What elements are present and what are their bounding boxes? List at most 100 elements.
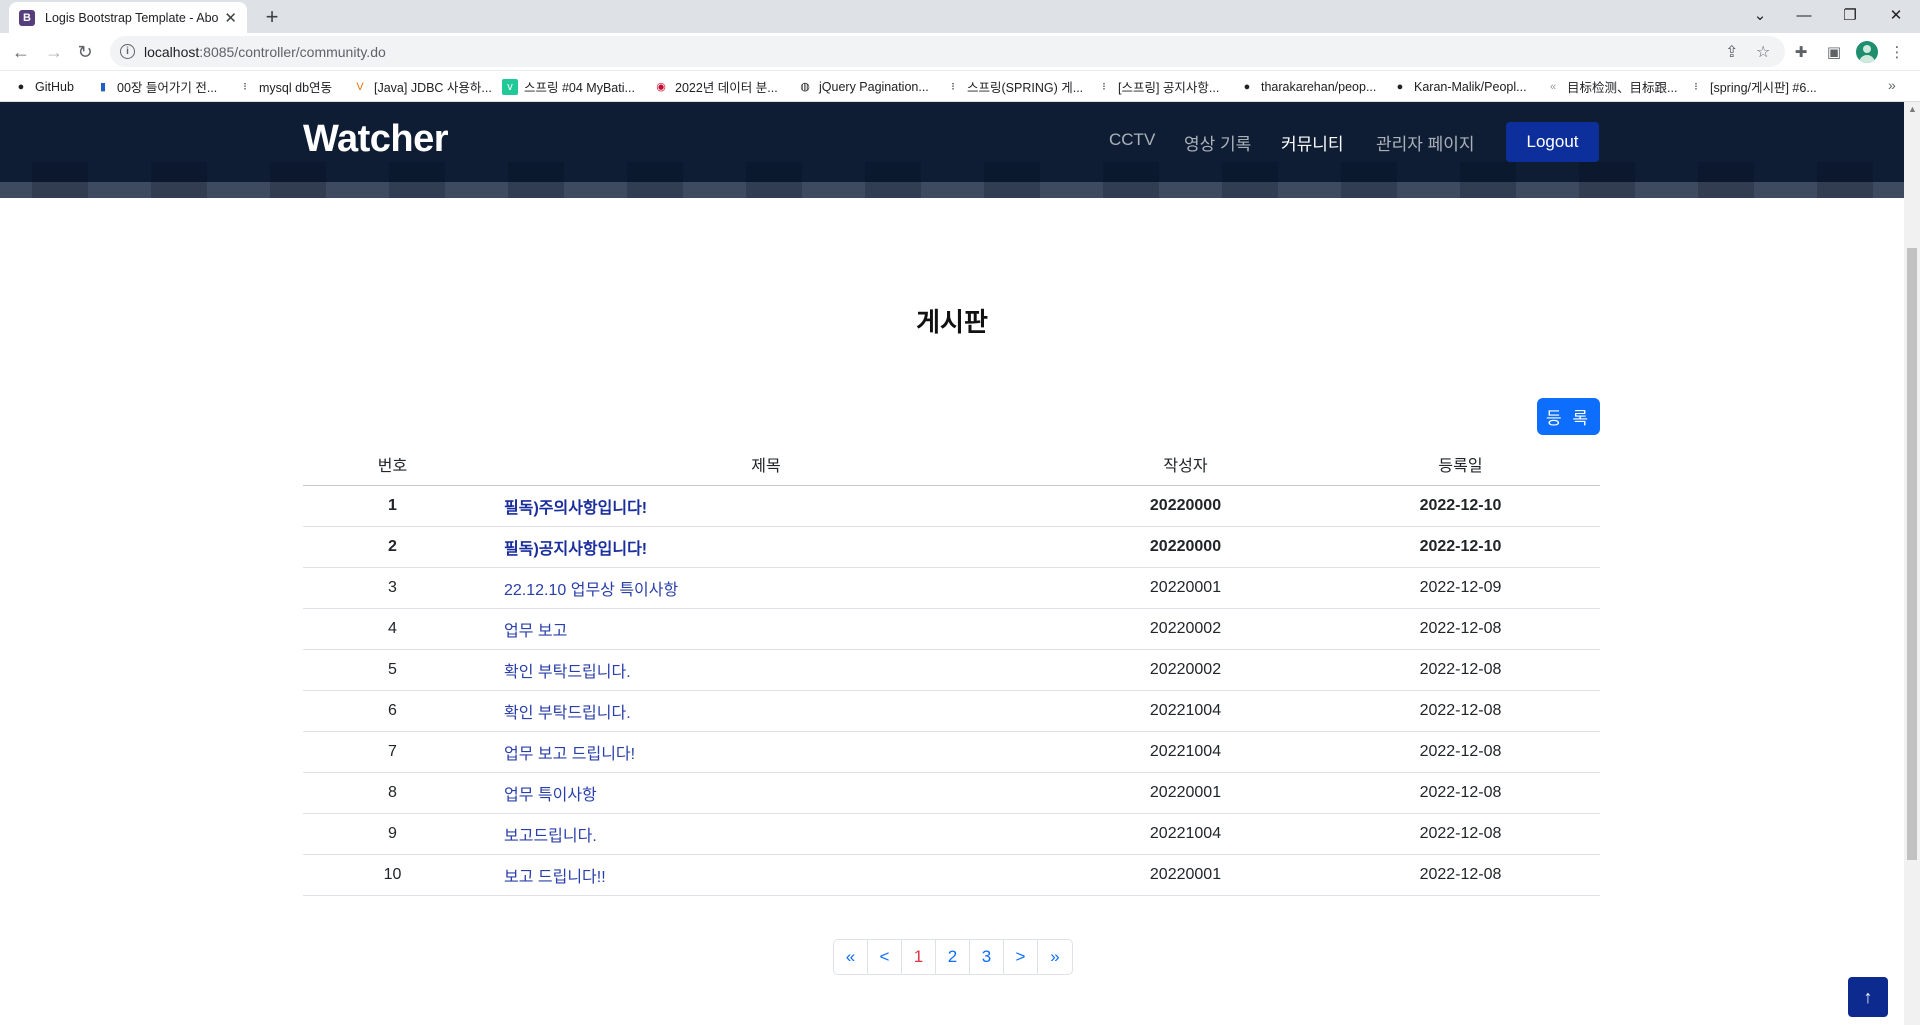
cell-number: 10 — [303, 854, 482, 896]
menu-kebab-icon[interactable]: ⋮ — [1886, 41, 1908, 63]
post-title-link[interactable]: 업무 보고 — [482, 608, 1050, 650]
cell-date: 2022-12-10 — [1321, 526, 1600, 568]
cell-author: 20220001 — [1050, 567, 1321, 609]
cell-author: 20221004 — [1050, 731, 1321, 773]
scroll-top-button[interactable]: ↑ — [1848, 977, 1888, 1017]
nav-admin-page[interactable]: 관리자 페이지 — [1376, 130, 1475, 155]
logout-button[interactable]: Logout — [1506, 122, 1599, 162]
share-icon[interactable]: ⇪ — [1725, 42, 1738, 62]
back-arrow-icon[interactable]: ← — [7, 38, 35, 66]
bookmark-item[interactable]: ● tharakarehan/peop... — [1239, 71, 1377, 102]
table-row[interactable]: 10 보고 드립니다!! 20220001 2022-12-08 — [303, 854, 1600, 896]
reload-icon[interactable]: ↻ — [71, 38, 99, 66]
post-title-link[interactable]: 확인 부탁드립니다. — [482, 690, 1050, 732]
table-row[interactable]: 1 필독)주의사항입니다! 20220000 2022-12-10 — [303, 485, 1600, 527]
address-bar[interactable]: i localhost:8085/controller/community.do… — [110, 36, 1785, 67]
profile-avatar[interactable] — [1856, 41, 1878, 63]
dots-icon: ⁝ — [1102, 81, 1106, 93]
bookmark-item[interactable]: ◉ 2022년 데이터 분... — [653, 71, 778, 102]
close-window-button[interactable]: ✕ — [1873, 0, 1919, 30]
nav-community[interactable]: 커뮤니티 — [1281, 130, 1344, 155]
cell-number: 8 — [303, 772, 482, 814]
post-title-link[interactable]: 필독)주의사항입니다! — [482, 485, 1050, 527]
post-title-link[interactable]: 업무 보고 드립니다! — [482, 731, 1050, 773]
dots-icon: ⁝ — [1694, 81, 1698, 93]
register-button[interactable]: 등 록 — [1537, 398, 1600, 435]
page-title: 게시판 — [916, 307, 988, 337]
bookmark-item[interactable]: ⁝ 스프링(SPRING) 게... — [945, 71, 1083, 102]
first-page-button[interactable]: « — [834, 940, 868, 974]
cell-author: 20220001 — [1050, 772, 1321, 814]
post-title-link[interactable]: 22.12.10 업무상 특이사항 — [482, 567, 1050, 609]
minimize-button[interactable]: — — [1781, 0, 1827, 30]
table-row[interactable]: 5 확인 부탁드립니다. 20220002 2022-12-08 — [303, 649, 1600, 691]
bookmark-item[interactable]: ▮ 00장 들어가기 전... — [95, 71, 217, 102]
page-viewport: Watcher CCTV 영상 기록 커뮤니티 관리자 페이지 Logout 게… — [0, 102, 1904, 1025]
cell-number: 7 — [303, 731, 482, 773]
bookmark-item[interactable]: ● GitHub — [13, 71, 74, 102]
browser-toolbar: ← → ↻ i localhost:8085/controller/commun… — [0, 33, 1920, 71]
extensions-icon[interactable]: ✚ — [1790, 41, 1812, 63]
forward-arrow-icon[interactable]: → — [40, 38, 68, 66]
table-row[interactable]: 2 필독)공지사항입니다! 20220000 2022-12-10 — [303, 526, 1600, 568]
table-row[interactable]: 4 업무 보고 20220002 2022-12-08 — [303, 608, 1600, 650]
table-row[interactable]: 3 22.12.10 업무상 특이사항 20220001 2022-12-09 — [303, 567, 1600, 609]
dots-icon: ⁝ — [243, 81, 247, 93]
table-row[interactable]: 9 보고드립니다. 20221004 2022-12-08 — [303, 813, 1600, 855]
table-row[interactable]: 8 업무 특이사항 20220001 2022-12-08 — [303, 772, 1600, 814]
restore-button[interactable]: ❐ — [1827, 0, 1873, 30]
scrollbar-thumb[interactable] — [1907, 248, 1917, 860]
v-square-icon: v — [502, 78, 518, 95]
nav-video-records[interactable]: 영상 기록 — [1184, 130, 1251, 155]
cell-date: 2022-12-08 — [1321, 690, 1600, 732]
bookmark-item[interactable]: ◍ jQuery Pagination... — [797, 71, 929, 102]
bookmark-item[interactable]: ⁝ [spring/게시판] #6... — [1688, 71, 1817, 102]
bookmark-item[interactable]: ⁝ mysql db연동 — [237, 71, 332, 102]
github-icon: ● — [17, 80, 25, 93]
doc-icon: ▮ — [99, 81, 107, 93]
pagination: «<1 2 3 >» — [833, 939, 1073, 975]
new-tab-button[interactable]: + — [258, 4, 286, 30]
post-title-link[interactable]: 업무 특이사항 — [482, 772, 1050, 814]
post-title-link[interactable]: 보고드립니다. — [482, 813, 1050, 855]
bookmark-item[interactable]: ● Karan-Malik/Peopl... — [1392, 71, 1527, 102]
post-title-link[interactable]: 확인 부탁드립니다. — [482, 649, 1050, 691]
nav-cctv[interactable]: CCTV — [1109, 130, 1155, 150]
cell-number: 9 — [303, 813, 482, 855]
bookmarks-overflow-icon[interactable]: » — [1888, 77, 1896, 93]
bookmark-item[interactable]: v 스프링 #04 MyBati... — [502, 71, 635, 102]
cell-number: 6 — [303, 690, 482, 732]
bookmark-item[interactable]: V [Java] JDBC 사용하... — [352, 71, 492, 102]
scroll-up-arrow-icon[interactable]: ▲ — [1908, 104, 1917, 114]
bookmark-item[interactable]: ⁝ [스프링] 공지사항... — [1096, 71, 1219, 102]
column-header-author: 작성자 — [1050, 444, 1321, 486]
column-header-title: 제목 — [482, 444, 1050, 486]
table-row[interactable]: 7 업무 보고 드립니다! 20221004 2022-12-08 — [303, 731, 1600, 773]
column-header-number: 번호 — [303, 444, 482, 486]
close-tab-icon[interactable]: ✕ — [224, 9, 237, 27]
page-button[interactable]: 3 — [970, 940, 1004, 974]
page-button[interactable]: 1 — [902, 940, 936, 974]
bookmark-item[interactable]: «目标检测、目标跟... — [1545, 71, 1677, 102]
page-scrollbar[interactable]: ▲ — [1904, 102, 1920, 1025]
cell-author: 20220002 — [1050, 608, 1321, 650]
hero-background-pattern — [0, 162, 1904, 198]
column-header-date: 등록일 — [1321, 444, 1600, 486]
bookmark-star-icon[interactable]: ☆ — [1756, 42, 1770, 62]
post-title-link[interactable]: 필독)공지사항입니다! — [482, 526, 1050, 568]
page-button[interactable]: 2 — [936, 940, 970, 974]
next-page-button[interactable]: > — [1004, 940, 1038, 974]
github-icon: ● — [1396, 80, 1404, 93]
cell-author: 20220000 — [1050, 526, 1321, 568]
side-panel-icon[interactable]: ▣ — [1823, 41, 1845, 63]
korea-flag-icon: ◉ — [656, 81, 666, 93]
tab-search-icon[interactable]: ⌄ — [1737, 0, 1783, 30]
table-row[interactable]: 6 확인 부탁드립니다. 20221004 2022-12-08 — [303, 690, 1600, 732]
browser-tab[interactable]: B Logis Bootstrap Template - Abo ✕ — [9, 2, 247, 33]
cell-date: 2022-12-08 — [1321, 854, 1600, 896]
post-title-link[interactable]: 보고 드립니다!! — [482, 854, 1050, 896]
last-page-button[interactable]: » — [1038, 940, 1072, 974]
site-logo[interactable]: Watcher — [303, 118, 449, 161]
site-info-icon[interactable]: i — [120, 44, 135, 59]
prev-page-button[interactable]: < — [868, 940, 902, 974]
